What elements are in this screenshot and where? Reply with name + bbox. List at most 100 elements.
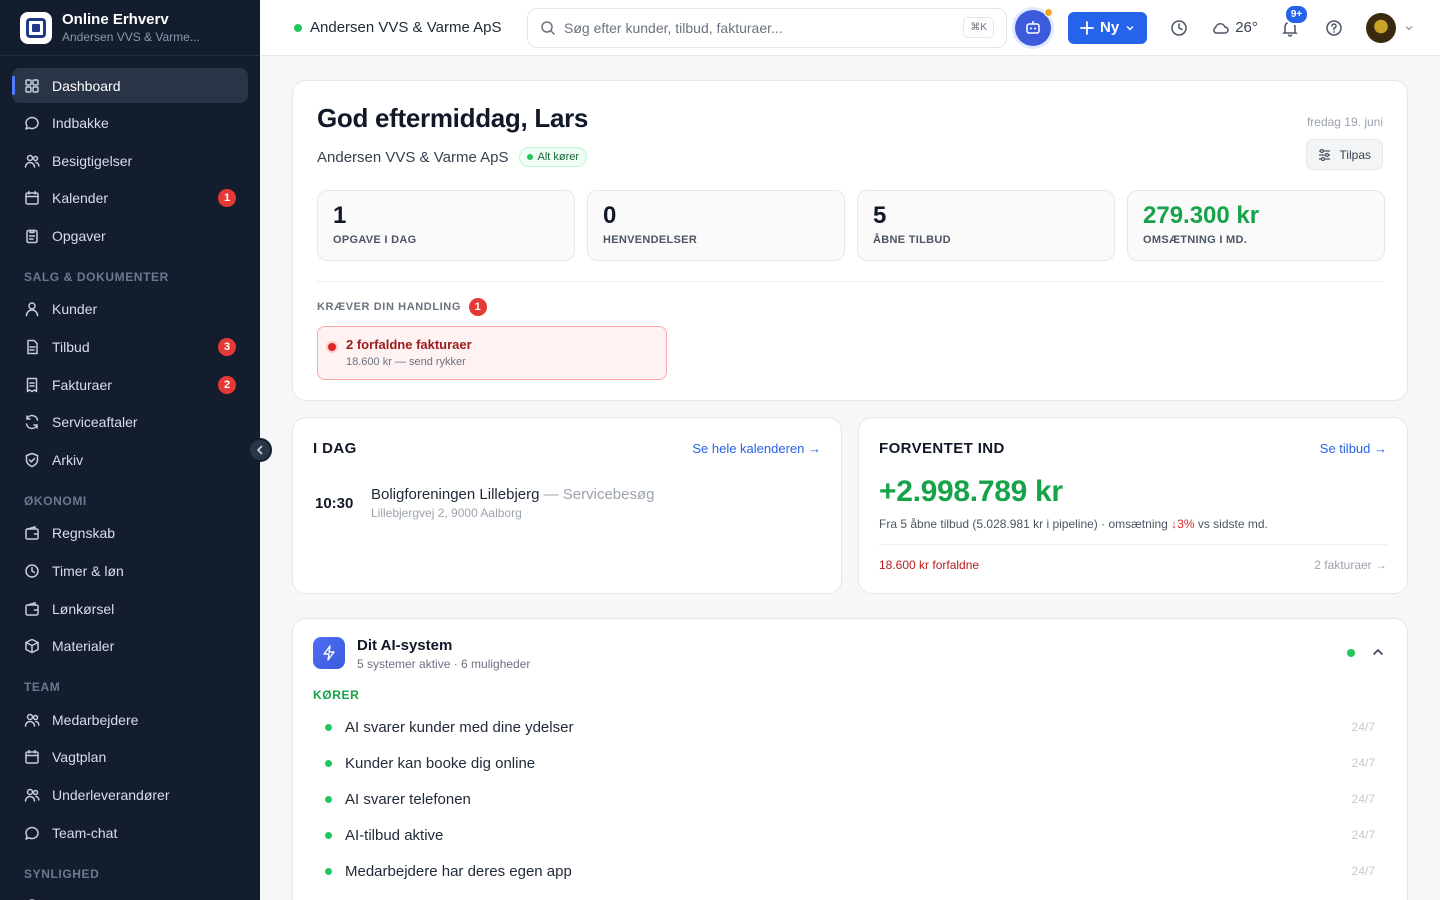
status-badge: Alt kører bbox=[518, 147, 588, 167]
collapse-ai-button[interactable] bbox=[1369, 643, 1387, 661]
view-quotes-link[interactable]: Se tilbud → bbox=[1320, 441, 1387, 456]
search-icon bbox=[541, 20, 555, 35]
today-heading: I DAG bbox=[313, 440, 357, 457]
wallet-icon bbox=[24, 525, 40, 541]
sidebar-item-arkiv[interactable]: Arkiv bbox=[12, 442, 248, 477]
brand-subtitle: Andersen VVS & Varme... bbox=[62, 29, 200, 44]
weather-temp: 26° bbox=[1235, 19, 1258, 36]
alert-detail: 18.600 kr — send rykker bbox=[346, 356, 466, 368]
expected-value: +2.998.789 kr bbox=[879, 475, 1063, 508]
sidebar-item-kunder[interactable]: Kunder bbox=[12, 292, 248, 327]
sidebar-item-tilbud[interactable]: Tilbud 3 bbox=[12, 330, 248, 365]
stat-open-quotes[interactable]: 5 ÅBNE TILBUD bbox=[857, 190, 1115, 261]
sidebar-item-label: Team-chat bbox=[52, 824, 118, 841]
sidebar-item-label: Dashboard bbox=[52, 77, 121, 94]
clock-icon bbox=[1171, 19, 1187, 36]
history-button[interactable] bbox=[1167, 16, 1191, 40]
cloud-icon bbox=[1213, 22, 1229, 34]
stat-inquiries[interactable]: 0 HENVENDELSER bbox=[587, 190, 845, 261]
sidebar-item-vagtplan[interactable]: Vagtplan bbox=[12, 740, 248, 775]
help-button[interactable] bbox=[1322, 16, 1346, 40]
ai-feature-item[interactable]: AI svarer kunder med dine ydelser 24/7 bbox=[313, 709, 1387, 745]
ai-assistant-button[interactable] bbox=[1015, 7, 1053, 46]
active-dot bbox=[325, 831, 332, 839]
stat-label: OPGAVE I DAG bbox=[333, 234, 417, 246]
sidebar-item-fakturaer[interactable]: Fakturaer 2 bbox=[12, 367, 248, 402]
ai-feature-item[interactable]: AI svarer telefonen 24/7 bbox=[313, 781, 1387, 817]
ai-feature-item[interactable]: Medarbejdere har deres egen app 24/7 bbox=[313, 853, 1387, 889]
sidebar-item-label: Regnskab bbox=[52, 525, 116, 542]
sidebar: Online Erhverv Andersen VVS & Varme... D… bbox=[0, 0, 260, 900]
sidebar-item-team-chat[interactable]: Team-chat bbox=[12, 815, 248, 850]
page-title: God eftermiddag, Lars bbox=[317, 103, 589, 133]
box-icon bbox=[24, 638, 40, 654]
sidebar-item-label: Fakturaer bbox=[52, 376, 112, 393]
sidebar-item-label: Materialer bbox=[52, 638, 115, 655]
greeting-card: God eftermiddag, Lars Andersen VVS & Var… bbox=[292, 80, 1408, 401]
revenue-change: ↓3% bbox=[1171, 517, 1195, 531]
company-switcher[interactable]: Andersen VVS & Varme ApS bbox=[294, 19, 527, 36]
customize-label: Tilpas bbox=[1339, 147, 1371, 162]
sidebar-item-medarbejdere[interactable]: Medarbejdere bbox=[12, 702, 248, 737]
sidebar-item-underleverandører[interactable]: Underleverandører bbox=[12, 778, 248, 813]
sidebar-item-materialer[interactable]: Materialer bbox=[12, 629, 248, 664]
new-button[interactable]: Ny bbox=[1068, 11, 1148, 44]
plus-icon bbox=[1080, 20, 1094, 35]
overdue-invoices-alert[interactable]: 2 forfaldne fakturaer 18.600 kr — send r… bbox=[317, 326, 667, 380]
customize-button[interactable]: Tilpas bbox=[1306, 139, 1383, 170]
ai-system-card: Dit AI-system 5 systemer aktive · 6 muli… bbox=[292, 618, 1408, 900]
ai-feature-item[interactable]: AI-tilbud aktive 24/7 bbox=[313, 817, 1387, 853]
weather-widget[interactable]: 26° bbox=[1211, 19, 1258, 36]
ai-feature-availability: 24/7 bbox=[1351, 792, 1375, 806]
count-badge: 2 bbox=[218, 375, 236, 394]
shield-check-icon bbox=[24, 452, 40, 468]
ai-system-title: Dit AI-system bbox=[357, 637, 453, 654]
appointment-type: — Servicebesøg bbox=[539, 486, 655, 503]
action-required-label: KRÆVER DIN HANDLING bbox=[317, 301, 462, 313]
appointment-item[interactable]: 10:30 Boligforeningen Lillebjerg — Servi… bbox=[315, 486, 655, 520]
grid-icon bbox=[24, 78, 40, 94]
sidebar-item-dashboard[interactable]: Dashboard bbox=[12, 68, 248, 103]
divider bbox=[317, 281, 1383, 282]
sidebar-item-serviceaftaler[interactable]: Serviceaftaler bbox=[12, 405, 248, 440]
clipboard-icon bbox=[24, 228, 40, 244]
avatar[interactable] bbox=[1365, 12, 1396, 43]
status-dot bbox=[526, 154, 533, 160]
stat-monthly-revenue[interactable]: 279.300 kr OMSÆTNING I MD. bbox=[1127, 190, 1385, 261]
search-input[interactable] bbox=[564, 19, 964, 36]
company-name: Andersen VVS & Varme ApS bbox=[310, 19, 502, 36]
overdue-invoices-link[interactable]: 2 fakturaer → bbox=[1314, 558, 1387, 572]
view-calendar-link[interactable]: Se hele kalenderen → bbox=[692, 441, 821, 456]
notifications-button[interactable]: 9+ bbox=[1278, 3, 1310, 40]
collapse-sidebar-button[interactable] bbox=[248, 438, 272, 462]
sidebar-item-opgaver[interactable]: Opgaver bbox=[12, 218, 248, 253]
ai-feature-item[interactable]: Kunder kan booke dig online 24/7 bbox=[313, 745, 1387, 781]
sidebar-item-label: Lønkørsel bbox=[52, 600, 115, 617]
sidebar-item-label: Vagtplan bbox=[52, 749, 107, 766]
brand[interactable]: Online Erhverv Andersen VVS & Varme... bbox=[0, 0, 260, 56]
stat-tasks-today[interactable]: 1 OPGAVE I DAG bbox=[317, 190, 575, 261]
sidebar-item-kalender[interactable]: Kalender 1 bbox=[12, 181, 248, 216]
sidebar-item-label: Opgaver bbox=[52, 227, 106, 244]
appointment-address: Lillebjergvej 2, 9000 Aalborg bbox=[371, 506, 522, 520]
search-shortcut: ⌘K bbox=[963, 17, 994, 38]
chevron-down-icon[interactable] bbox=[1404, 23, 1414, 33]
search-box[interactable]: ⌘K bbox=[527, 7, 1007, 48]
lightning-icon bbox=[313, 637, 345, 669]
sidebar-item-hjemmeside[interactable]: Hjemmeside bbox=[12, 889, 248, 900]
users-icon bbox=[24, 712, 40, 728]
users-icon bbox=[24, 787, 40, 803]
sidebar-item-regnskab[interactable]: Regnskab bbox=[12, 516, 248, 551]
sidebar-item-besigtigelser[interactable]: Besigtigelser bbox=[12, 143, 248, 178]
sidebar-item-lønkørsel[interactable]: Lønkørsel bbox=[12, 591, 248, 626]
running-label: KØRER bbox=[313, 688, 360, 702]
sidebar-item-indbakke[interactable]: Indbakke bbox=[12, 106, 248, 141]
ai-feature-label: AI-tilbud aktive bbox=[345, 826, 444, 844]
chat-icon bbox=[24, 825, 40, 841]
greeting-company: Andersen VVS & Varme ApS bbox=[317, 148, 509, 166]
robot-icon bbox=[1026, 20, 1040, 34]
stat-value: 1 bbox=[333, 202, 347, 229]
divider bbox=[879, 544, 1387, 545]
new-button-label: Ny bbox=[1100, 19, 1120, 36]
sidebar-item-timer-løn[interactable]: Timer & løn bbox=[12, 554, 248, 589]
